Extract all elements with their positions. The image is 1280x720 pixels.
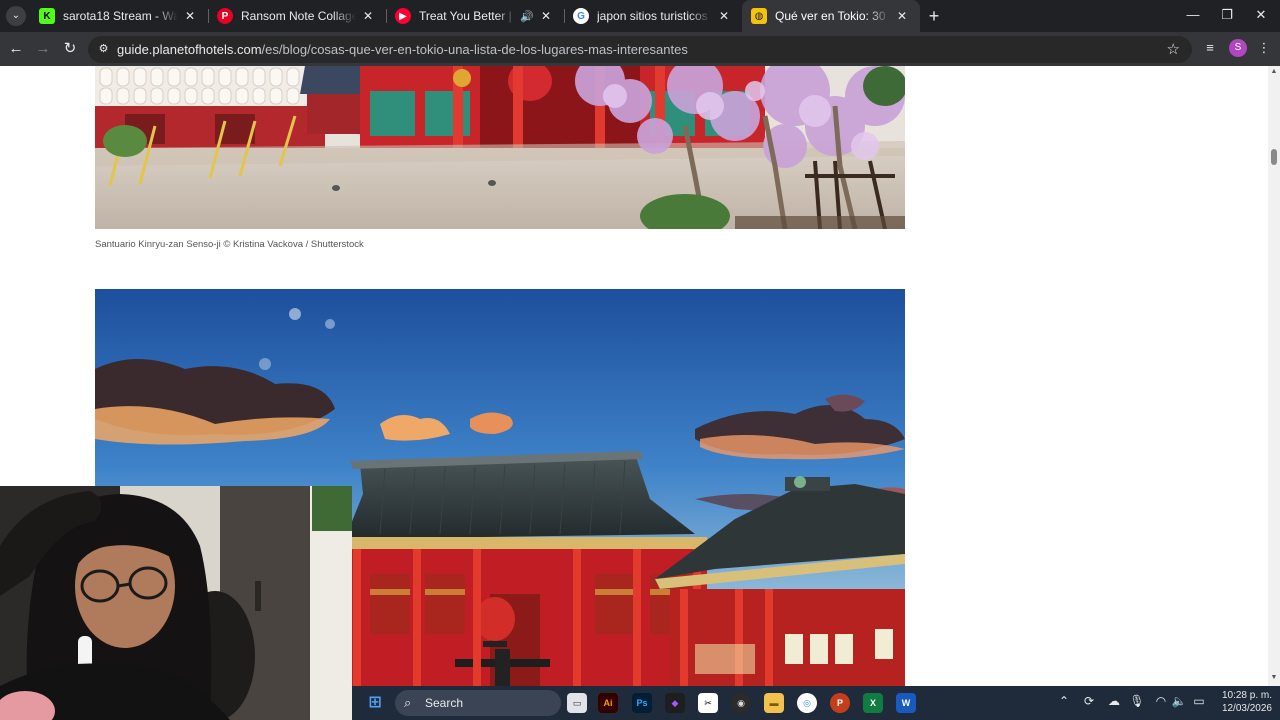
article-photo-sensoji-gate — [95, 66, 905, 229]
media-control-icon[interactable]: ≡ — [1200, 40, 1220, 55]
taskbar-search-label: Search — [425, 696, 464, 710]
reload-button[interactable]: ↻ — [57, 36, 83, 62]
powerpoint-icon[interactable]: P — [830, 693, 850, 713]
tab-title: Qué ver en Tokio: 30 lugares imprescindi… — [775, 9, 890, 23]
kick-icon: K — [39, 8, 55, 24]
taskbar-clock[interactable]: 10:28 p. m. 12/03/2026 — [1216, 689, 1272, 715]
site-settings-icon[interactable]: ⚙ — [96, 42, 111, 57]
battery-icon[interactable]: ▭ — [1190, 694, 1208, 708]
url-domain: guide.planetofhotels.com — [117, 42, 262, 57]
browser-toolbar: ← → ↻ ⚙ guide.planetofhotels.com/es/blog… — [0, 32, 1280, 66]
file-explorer-icon[interactable]: ▬ — [764, 693, 784, 713]
search-icon: ⌕ — [404, 695, 412, 710]
word-icon[interactable]: W — [896, 693, 916, 713]
restore-button[interactable]: ❐ — [1210, 0, 1244, 32]
tab-kick[interactable]: K sarota18 Stream - Watch Live on Kick ✕ — [30, 0, 209, 32]
webcam-overlay — [0, 486, 352, 720]
volume-icon[interactable]: 🔈 — [1170, 694, 1188, 708]
new-tab-button[interactable]: + — [924, 6, 944, 26]
scroll-down-icon[interactable]: ▼ — [1270, 674, 1278, 682]
tab-planetofhotels[interactable]: ◍ Qué ver en Tokio: 30 lugares imprescin… — [742, 0, 920, 32]
capcut-icon[interactable]: ✂ — [698, 693, 718, 713]
pinterest-icon: P — [217, 8, 233, 24]
url-path: /es/blog/cosas-que-ver-en-tokio-una-list… — [261, 42, 688, 57]
clock-date: 12/03/2026 — [1221, 703, 1272, 714]
planetofhotels-icon: ◍ — [751, 8, 767, 24]
photoshop-icon[interactable]: Ps — [632, 693, 652, 713]
tab-pinterest[interactable]: P Ransom Note Collage Stream Cover ✕ — [208, 0, 387, 32]
forward-button[interactable]: → — [30, 36, 56, 62]
taskbar-search[interactable]: ⌕ Search — [395, 690, 561, 716]
tab-title: japon sitios turisticos - Buscar con Goo… — [597, 9, 712, 23]
microphone-icon[interactable]: 🎙 — [1128, 694, 1146, 708]
tab-strip: ⌄ K sarota18 Stream - Watch Live on Kick… — [0, 0, 1280, 32]
menu-kebab-icon[interactable]: ⋮ — [1254, 40, 1274, 56]
google-icon: G — [573, 8, 589, 24]
onedrive-icon[interactable]: ☁ — [1105, 694, 1123, 708]
minimize-button[interactable]: — — [1176, 0, 1210, 32]
tab-title: sarota18 Stream - Watch Live on Kick — [63, 9, 178, 23]
profile-avatar[interactable]: S — [1229, 39, 1247, 57]
illustrator-icon[interactable]: Ai — [598, 693, 618, 713]
obs-icon[interactable]: ◉ — [731, 693, 751, 713]
chevron-up-icon[interactable]: ⌃ — [1055, 694, 1073, 708]
scrollbar-thumb[interactable] — [1271, 149, 1277, 165]
tab-youtube-music[interactable]: ▶ Treat You Better | YouTube Music 🔊 ✕ — [386, 0, 565, 32]
photo-caption: Santuario Kinryu-zan Senso-ji © Kristina… — [95, 239, 364, 250]
youtube-music-icon: ▶ — [395, 8, 411, 24]
back-button[interactable]: ← — [3, 36, 29, 62]
bookmark-star-icon[interactable]: ☆ — [1167, 40, 1180, 58]
tab-google-search[interactable]: G japon sitios turisticos - Buscar con G… — [564, 0, 742, 32]
scroll-up-icon[interactable]: ▲ — [1270, 68, 1278, 76]
close-icon[interactable]: ✕ — [894, 8, 910, 24]
url-text[interactable]: guide.planetofhotels.com/es/blog/cosas-q… — [117, 42, 688, 57]
wifi-icon[interactable]: ◠ — [1152, 694, 1170, 708]
tab-title: Ransom Note Collage Stream Cover — [241, 9, 356, 23]
page-scrollbar[interactable]: ▲ ▼ — [1268, 66, 1280, 686]
clock-time: 10:28 p. m. — [1221, 690, 1272, 701]
close-icon[interactable]: ✕ — [538, 8, 554, 24]
windows-start-icon[interactable]: ⊞ — [365, 693, 385, 713]
speaker-icon[interactable]: 🔊 — [520, 10, 534, 23]
close-window-button[interactable]: ✕ — [1244, 0, 1278, 32]
figma-icon[interactable]: ◆ — [665, 693, 685, 713]
windows-taskbar: ⊞ ⌕ Search ▭ Ai Ps ◆ ✂ ◉ ▬ ◎ P X W ⌃ ⟳ ☁… — [352, 686, 1280, 720]
excel-icon[interactable]: X — [863, 693, 883, 713]
chrome-icon[interactable]: ◎ — [797, 693, 817, 713]
close-icon[interactable]: ✕ — [360, 8, 376, 24]
tab-search-button[interactable]: ⌄ — [6, 6, 26, 26]
address-bar[interactable]: ⚙ guide.planetofhotels.com/es/blog/cosas… — [88, 36, 1192, 63]
sync-icon[interactable]: ⟳ — [1080, 694, 1098, 708]
close-icon[interactable]: ✕ — [716, 8, 732, 24]
task-view-icon[interactable]: ▭ — [567, 693, 587, 713]
tab-title: Treat You Better | YouTube Music — [419, 9, 516, 23]
close-icon[interactable]: ✕ — [182, 8, 198, 24]
